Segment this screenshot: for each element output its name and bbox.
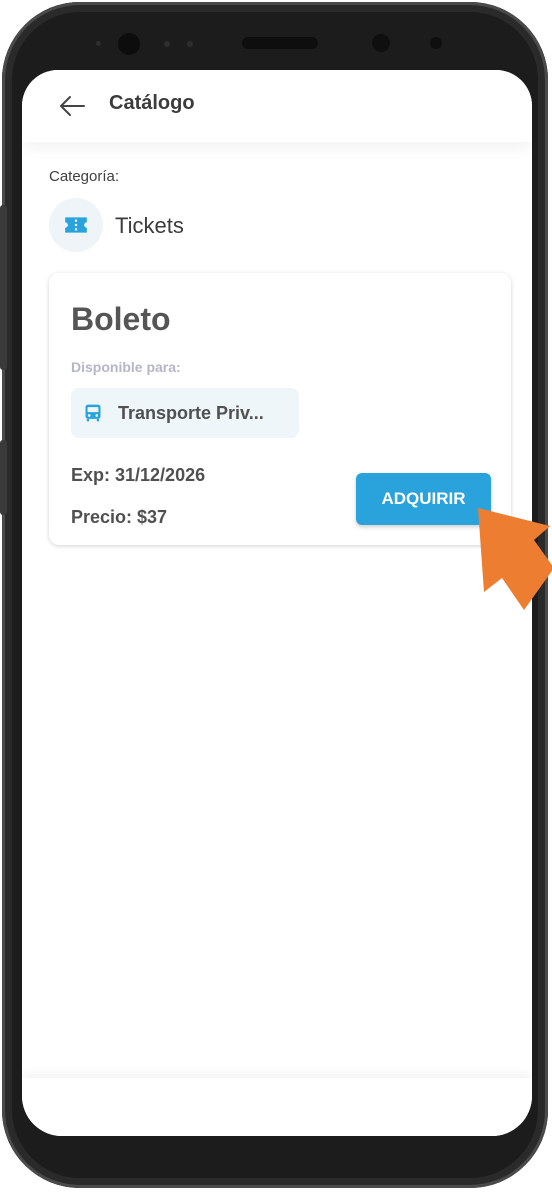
pointer-arrow-icon	[478, 508, 552, 610]
sensor-dot	[164, 41, 170, 47]
ticket-icon	[65, 217, 87, 233]
category-label: Categoría:	[49, 168, 120, 185]
power-button	[0, 440, 7, 515]
expiry-date: Exp: 31/12/2026	[71, 465, 206, 485]
sensor-dot	[187, 41, 193, 47]
volume-button	[0, 205, 7, 370]
transport-chip-label: Transporte Priv...	[118, 403, 264, 423]
bus-icon	[85, 404, 101, 422]
bottom-bar	[22, 1078, 532, 1136]
transport-chip: Transporte Priv...	[71, 388, 299, 438]
page-title: Catálogo	[109, 92, 195, 114]
front-camera	[118, 33, 140, 55]
app-header: Catálogo	[22, 70, 532, 142]
category-name: Tickets	[115, 213, 184, 238]
product-title: Boleto	[71, 301, 171, 337]
earpiece-speaker	[242, 37, 318, 49]
price-label: Precio: $37	[71, 507, 168, 527]
phone-top-bezel	[0, 0, 552, 80]
sensor-lens	[372, 34, 390, 52]
category-icon-badge	[49, 198, 103, 252]
available-for-label: Disponible para:	[71, 359, 181, 375]
sensor-dot	[96, 41, 101, 46]
app-screen: Catálogo Categoría: Tickets Boleto Dispo…	[22, 70, 532, 1136]
arrow-left-icon[interactable]	[58, 94, 86, 118]
sensor-lens	[430, 37, 442, 49]
product-card: Boleto Disponible para: Transporte Priv.…	[49, 273, 511, 545]
